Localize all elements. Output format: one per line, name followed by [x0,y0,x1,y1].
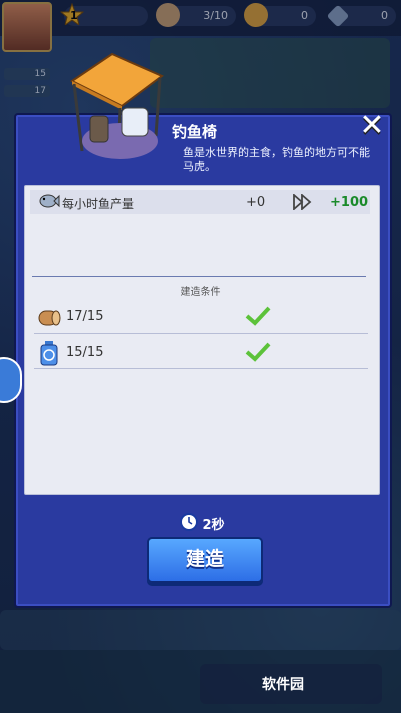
conditions-header: 建造条件 [180,287,221,298]
build-button[interactable]: 建造 [147,537,263,583]
dialog-title: 钓鱼椅 [172,123,218,141]
fish-icon [39,194,60,208]
close-button[interactable]: ✕ [357,111,387,142]
dialog-description: 鱼是水世界的主食，钓鱼的地方可不能马虎。 [183,146,370,173]
check-icon [245,306,271,326]
double-arrow-icon [293,194,312,210]
watermark-text: 软件园 [262,677,304,693]
production-next: +100 [330,195,369,210]
fishing-chair-illustration [70,52,164,159]
recycle-bottle-icon [40,341,58,366]
divider [32,276,366,277]
production-label: 每小时鱼产量 [62,197,135,211]
wood-log-icon [38,310,61,326]
check-icon [245,342,271,362]
condition-value: 15/15 [66,345,104,360]
production-current: +0 [246,195,266,210]
build-time: 2秒 [202,518,225,533]
condition-value: 17/15 [66,309,104,324]
